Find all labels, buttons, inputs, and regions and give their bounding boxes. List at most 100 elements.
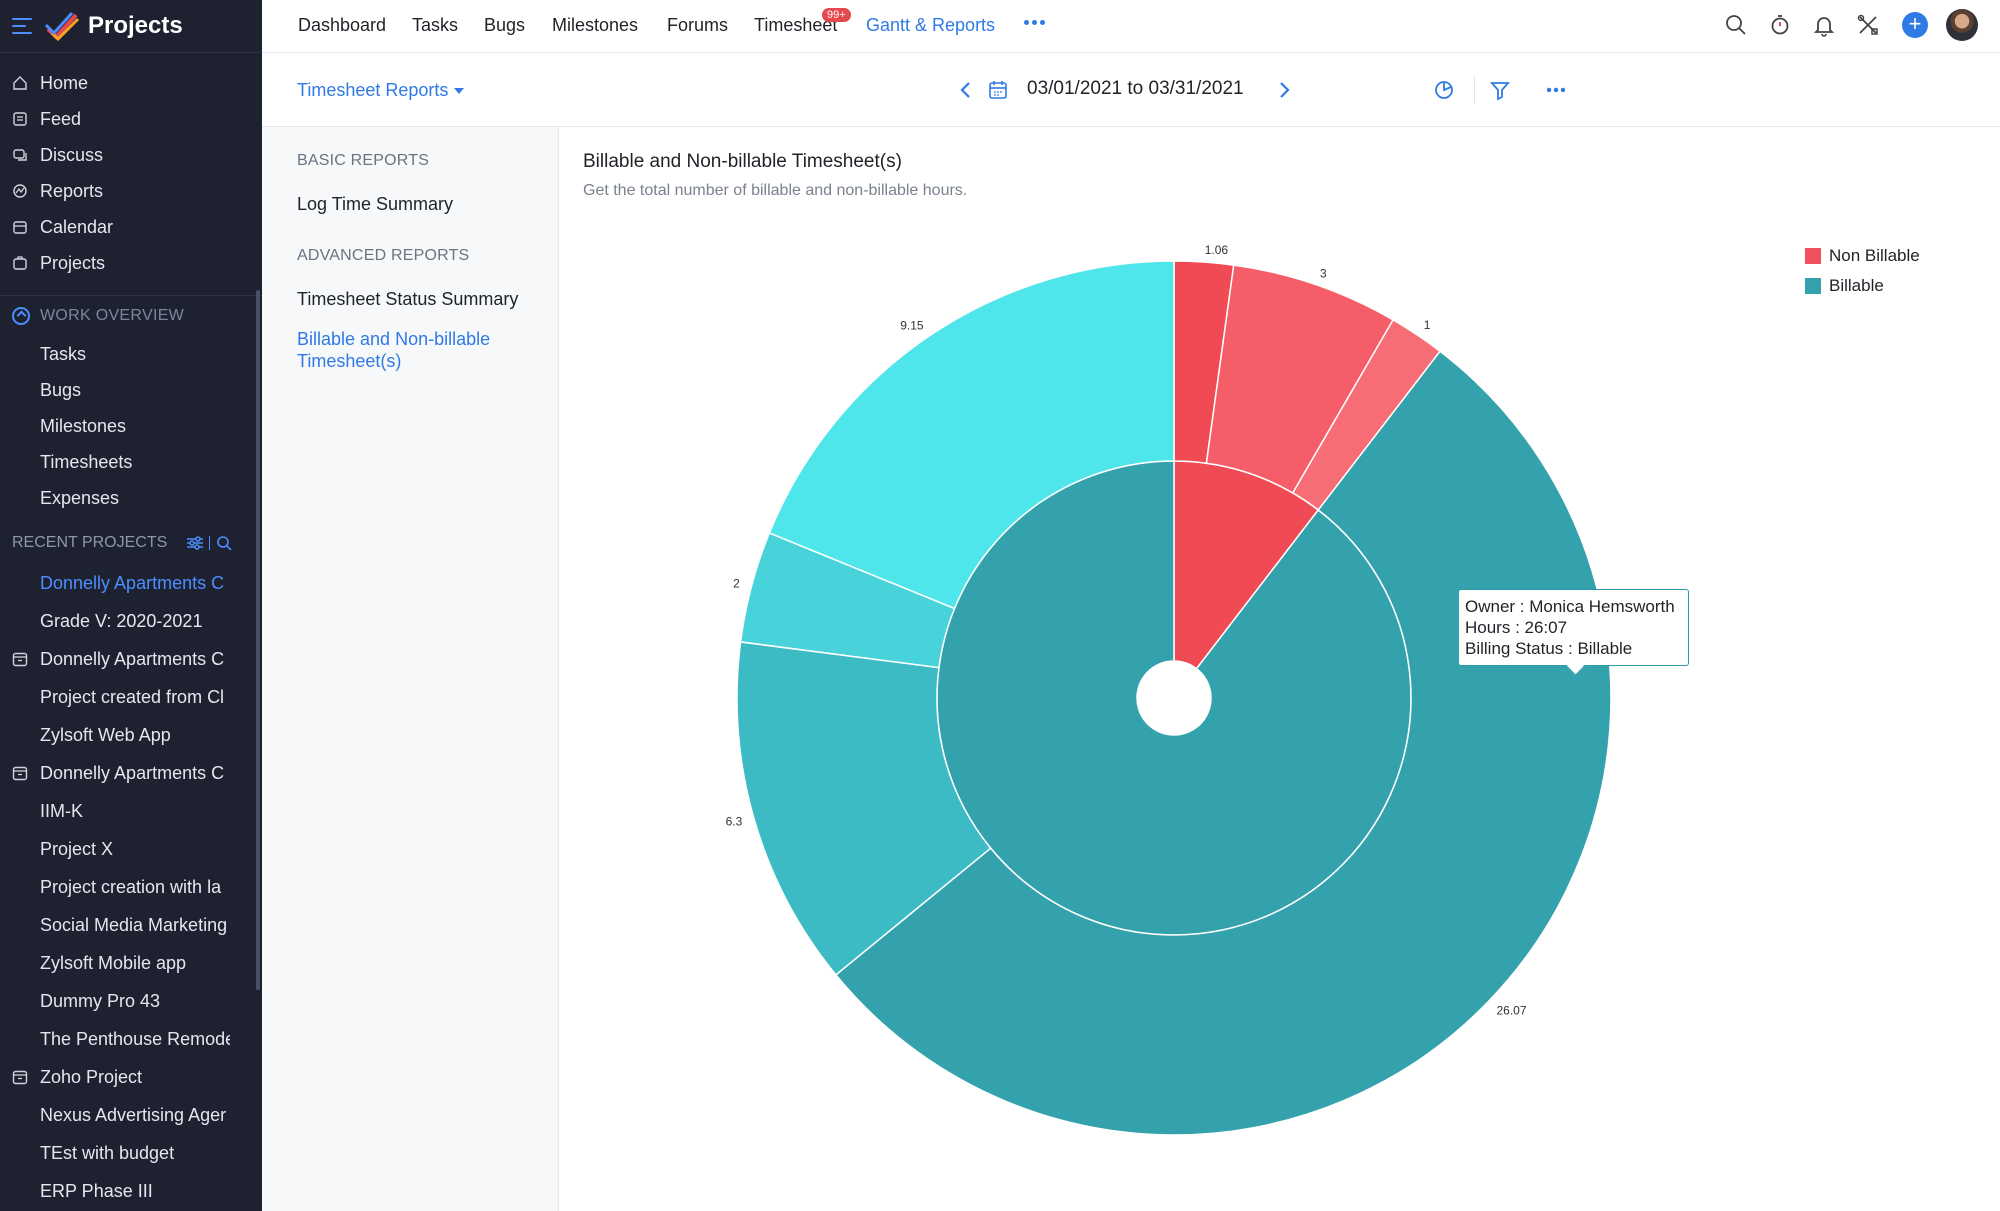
recent-project-label: Grade V: 2020-2021 bbox=[40, 610, 203, 631]
recent-project-item[interactable]: Zylsoft Web App bbox=[0, 716, 230, 754]
recent-project-item[interactable]: Grade V: 2020-2021 bbox=[0, 602, 230, 640]
recent-project-label: IIM-K bbox=[40, 800, 83, 821]
discuss-icon bbox=[12, 147, 28, 163]
chart-panel: 1.06 3 1 26.07 6.3 2 9.15 Billable and Non-bil… bbox=[559, 127, 2000, 1211]
recent-project-label: Donnelly Apartments C bbox=[40, 572, 225, 593]
report-link-billable-non-billable[interactable]: Billable and Non-billable Timesheet(s) bbox=[297, 328, 537, 372]
timer-icon[interactable] bbox=[1768, 13, 1792, 37]
report-type-dropdown[interactable]: Timesheet Reports bbox=[297, 80, 465, 101]
menu-icon[interactable] bbox=[12, 18, 32, 34]
tooltip-hours: Hours : 26:07 bbox=[1465, 618, 1568, 637]
recent-project-item[interactable]: TEst with budget bbox=[0, 1134, 230, 1172]
reports-icon bbox=[12, 183, 28, 199]
app-title: Projects bbox=[88, 12, 183, 39]
notification-bell-icon[interactable] bbox=[1812, 13, 1836, 37]
recent-project-item[interactable]: The Penthouse Remode bbox=[0, 1020, 230, 1058]
recent-project-label: Donnelly Apartments C bbox=[40, 648, 225, 669]
chart-center-hole bbox=[1137, 661, 1211, 735]
chart-type-icon[interactable] bbox=[1432, 78, 1456, 102]
advanced-reports-heading: ADVANCED REPORTS bbox=[297, 247, 470, 264]
tools-icon[interactable] bbox=[1856, 13, 1880, 37]
sidebar: Projects Home Feed Discuss Reports Calendar P… bbox=[0, 0, 262, 1211]
project-group-icon bbox=[12, 1070, 28, 1085]
report-type-label: Timesheet Reports bbox=[297, 80, 449, 100]
slice-data-label: 6.3 bbox=[726, 815, 743, 829]
tab-tasks[interactable]: Tasks bbox=[412, 15, 458, 36]
tab-dashboard[interactable]: Dashboard bbox=[298, 15, 386, 36]
work-overview-item-expenses[interactable]: Expenses bbox=[0, 480, 262, 516]
work-overview-item-milestones[interactable]: Milestones bbox=[0, 408, 262, 444]
timesheet-badge: 99+ bbox=[822, 8, 851, 22]
tab-milestones[interactable]: Milestones bbox=[552, 15, 638, 36]
legend-item-billable[interactable]: Billable bbox=[1805, 271, 1920, 301]
search-icon[interactable] bbox=[216, 535, 232, 551]
legend-swatch bbox=[1805, 278, 1821, 294]
recent-project-item[interactable]: Donnelly Apartments C bbox=[0, 754, 230, 792]
slice-data-label: 3 bbox=[1320, 266, 1327, 280]
chevron-down-icon bbox=[454, 88, 465, 95]
sunburst-chart: 1.06 3 1 26.07 6.3 2 9.15 bbox=[726, 243, 1612, 1136]
add-new-button[interactable]: + bbox=[1902, 12, 1928, 38]
recent-project-item[interactable]: Nexus Advertising Ager bbox=[0, 1096, 230, 1134]
recent-project-label: Zylsoft Web App bbox=[40, 724, 171, 745]
recent-project-item[interactable]: Donnelly Apartments C bbox=[0, 564, 230, 602]
recent-project-item[interactable]: Donnelly Apartments C bbox=[0, 640, 230, 678]
sidebar-item-home[interactable]: Home bbox=[0, 65, 262, 101]
recent-project-item[interactable]: IIM-K bbox=[0, 792, 230, 830]
filter-icon[interactable] bbox=[1488, 78, 1512, 102]
slice-data-label: 2 bbox=[733, 576, 740, 590]
recent-project-item[interactable]: Project creation with la bbox=[0, 868, 230, 906]
legend-item-non-billable[interactable]: Non Billable bbox=[1805, 241, 1920, 271]
project-group-icon bbox=[12, 766, 28, 781]
chevron-left-icon[interactable] bbox=[954, 78, 978, 102]
recent-projects-header: RECENT PROJECTS bbox=[0, 522, 262, 564]
recent-project-item[interactable]: Social Media Marketing bbox=[0, 906, 230, 944]
chart-legend: Non Billable Billable bbox=[1805, 241, 1920, 301]
recent-project-item[interactable]: Project created from Cl bbox=[0, 678, 230, 716]
sidebar-item-calendar[interactable]: Calendar bbox=[0, 209, 262, 245]
sidebar-scrollbar[interactable] bbox=[256, 290, 260, 990]
tooltip-owner: Owner : Monica Hemsworth bbox=[1465, 597, 1675, 616]
tab-gantt-reports[interactable]: Gantt & Reports bbox=[866, 15, 995, 36]
recent-projects-label: RECENT PROJECTS bbox=[12, 534, 168, 551]
more-tabs-icon[interactable] bbox=[1024, 20, 1045, 25]
report-link-log-time-summary[interactable]: Log Time Summary bbox=[297, 193, 537, 215]
work-overview-item-bugs[interactable]: Bugs bbox=[0, 372, 262, 408]
user-avatar[interactable] bbox=[1946, 9, 1978, 41]
report-link-timesheet-status-summary[interactable]: Timesheet Status Summary bbox=[297, 288, 537, 310]
tab-bugs[interactable]: Bugs bbox=[484, 15, 525, 36]
sidebar-item-label: Projects bbox=[40, 252, 106, 273]
work-overview-header[interactable]: WORK OVERVIEW bbox=[0, 296, 262, 336]
chevron-right-icon[interactable] bbox=[1272, 78, 1296, 102]
sidebar-item-reports[interactable]: Reports bbox=[0, 173, 262, 209]
collapse-up-icon[interactable] bbox=[12, 307, 30, 325]
recent-project-item[interactable]: Zoho Project bbox=[0, 1058, 230, 1096]
tab-forums[interactable]: Forums bbox=[667, 15, 728, 36]
legend-swatch bbox=[1805, 248, 1821, 264]
work-overview-item-tasks[interactable]: Tasks bbox=[0, 336, 262, 372]
recent-project-label: Social Media Marketing bbox=[40, 914, 228, 935]
recent-project-item[interactable]: Dummy Pro 43 bbox=[0, 982, 230, 1020]
calendar-icon[interactable] bbox=[986, 78, 1010, 102]
date-range-label[interactable]: 03/01/2021 to 03/31/2021 bbox=[1027, 78, 1244, 100]
sidebar-item-feed[interactable]: Feed bbox=[0, 101, 262, 137]
sidebar-item-projects[interactable]: Projects bbox=[0, 245, 262, 281]
recent-project-item[interactable]: Project X bbox=[0, 830, 230, 868]
slice-data-label: 1 bbox=[1424, 318, 1431, 332]
recent-project-item[interactable]: ERP Phase III bbox=[0, 1172, 230, 1210]
filter-sliders-icon[interactable] bbox=[187, 536, 204, 550]
search-icon[interactable] bbox=[1724, 13, 1748, 37]
work-overview-item-timesheets[interactable]: Timesheets bbox=[0, 444, 262, 480]
sidebar-item-discuss[interactable]: Discuss bbox=[0, 137, 262, 173]
more-options-icon[interactable] bbox=[1544, 78, 1568, 102]
sidebar-item-label: Feed bbox=[40, 108, 82, 129]
work-overview-label: WORK OVERVIEW bbox=[40, 307, 185, 324]
recent-project-label: Nexus Advertising Ager bbox=[40, 1104, 227, 1125]
slice-data-label: 26.07 bbox=[1496, 1003, 1526, 1017]
project-group-icon bbox=[12, 652, 28, 667]
recent-project-label: Project creation with la bbox=[40, 876, 222, 897]
recent-project-label: Dummy Pro 43 bbox=[40, 990, 161, 1011]
tooltip-billing-status: Billing Status : Billable bbox=[1465, 639, 1633, 658]
recent-project-item[interactable]: Zylsoft Mobile app bbox=[0, 944, 230, 982]
recent-project-label: ERP Phase III bbox=[40, 1180, 153, 1201]
